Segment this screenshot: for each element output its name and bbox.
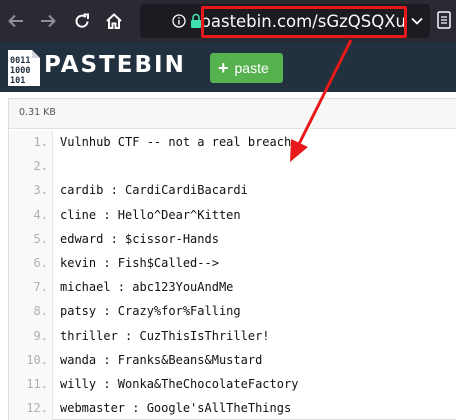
line-number: 1. xyxy=(9,131,53,156)
paste-info-bar: 0.31 KB xyxy=(9,99,456,129)
code-line: 1. Vulnhub CTF -- not a real breach xyxy=(9,131,456,156)
svg-text:1000: 1000 xyxy=(10,66,30,76)
line-number: 6. xyxy=(9,251,53,277)
line-number: 9. xyxy=(9,324,53,349)
plus-icon: + xyxy=(218,58,229,78)
browser-toolbar: s://pastebin.com/sGzQSQXu xyxy=(0,0,456,42)
code-line: 10. wanda : Franks&Beans&Mustard xyxy=(9,348,456,373)
code-lines: 1. Vulnhub CTF -- not a real breach 2. 3… xyxy=(9,131,456,420)
pastebin-logo-icon[interactable]: 0011 1000 101 xyxy=(6,48,42,88)
code-line: 6. kevin : Fish$Called--> xyxy=(9,251,456,277)
line-text: willy : Wonka&TheChocolateFactory xyxy=(60,376,299,391)
home-icon xyxy=(106,13,122,29)
file-size: 0.31 KB xyxy=(19,107,56,118)
line-text: thriller : CuzThisIsThriller! xyxy=(60,328,270,343)
line-text: edward : $cissor-Hands xyxy=(60,231,219,246)
url-highlight-box: s://pastebin.com/sGzQSQXu xyxy=(201,6,407,38)
line-text: cline : Hello^Dear^Kitten xyxy=(60,207,241,222)
line-number: 10. xyxy=(9,348,53,373)
arrow-right-icon xyxy=(41,14,56,28)
code-line: 2. xyxy=(9,155,456,180)
code-line: 5. edward : $cissor-Hands xyxy=(9,227,456,252)
code-line: 9. thriller : CuzThisIsThriller! xyxy=(9,324,456,349)
forward-button[interactable] xyxy=(36,9,60,33)
line-text: kevin : Fish$Called--> xyxy=(60,255,219,270)
reload-icon xyxy=(75,13,89,28)
code-line: 8. patsy : Crazy%for%Falling xyxy=(9,300,456,325)
line-number: 4. xyxy=(9,203,53,228)
code-line: 7. michael : abc123YouAndMe xyxy=(9,276,456,301)
info-icon[interactable] xyxy=(172,14,186,28)
code-line: 12. webmaster : Google'sAllTheThings xyxy=(9,397,456,420)
back-button[interactable] xyxy=(4,9,28,33)
arrow-left-icon xyxy=(8,14,23,28)
line-number: 12. xyxy=(9,397,53,420)
site-header: 0011 1000 101 PASTEBIN + paste xyxy=(0,42,456,92)
line-text: michael : abc123YouAndMe xyxy=(60,280,234,295)
page-content: 0.31 KB 1. Vulnhub CTF -- not a real bre… xyxy=(0,92,456,420)
paste-button-label: paste xyxy=(234,60,269,76)
line-text: wanda : Franks&Beans&Mustard xyxy=(60,352,263,367)
line-text: cardib : CardiCardiBacardi xyxy=(60,183,248,198)
code-line: 11. willy : Wonka&TheChocolateFactory xyxy=(9,372,456,398)
site-brand[interactable]: PASTEBIN xyxy=(44,52,186,78)
line-number: 8. xyxy=(9,300,53,325)
line-number: 3. xyxy=(9,179,53,204)
paste-box: 0.31 KB 1. Vulnhub CTF -- not a real bre… xyxy=(8,98,456,420)
line-number: 5. xyxy=(9,227,53,252)
reader-view-icon[interactable] xyxy=(437,11,451,29)
home-button[interactable] xyxy=(102,9,126,33)
line-text: Vulnhub CTF -- not a real breach xyxy=(60,135,292,149)
url-text[interactable]: s://pastebin.com/sGzQSQXu xyxy=(204,12,404,31)
address-bar[interactable]: s://pastebin.com/sGzQSQXu xyxy=(140,4,430,38)
line-number: 11. xyxy=(9,372,53,398)
svg-text:101: 101 xyxy=(10,76,25,86)
line-number: 2. xyxy=(9,155,53,180)
reload-button[interactable] xyxy=(70,9,94,33)
chevron-down-icon[interactable] xyxy=(410,14,424,28)
line-text: webmaster : Google'sAllTheThings xyxy=(60,401,292,416)
svg-text:0011: 0011 xyxy=(10,56,30,66)
line-text: patsy : Crazy%for%Falling xyxy=(60,304,241,319)
new-paste-button[interactable]: + paste xyxy=(210,53,283,83)
code-line: 3. cardib : CardiCardiBacardi xyxy=(9,179,456,204)
code-line: 4. cline : Hello^Dear^Kitten xyxy=(9,203,456,228)
line-number: 7. xyxy=(9,276,53,301)
